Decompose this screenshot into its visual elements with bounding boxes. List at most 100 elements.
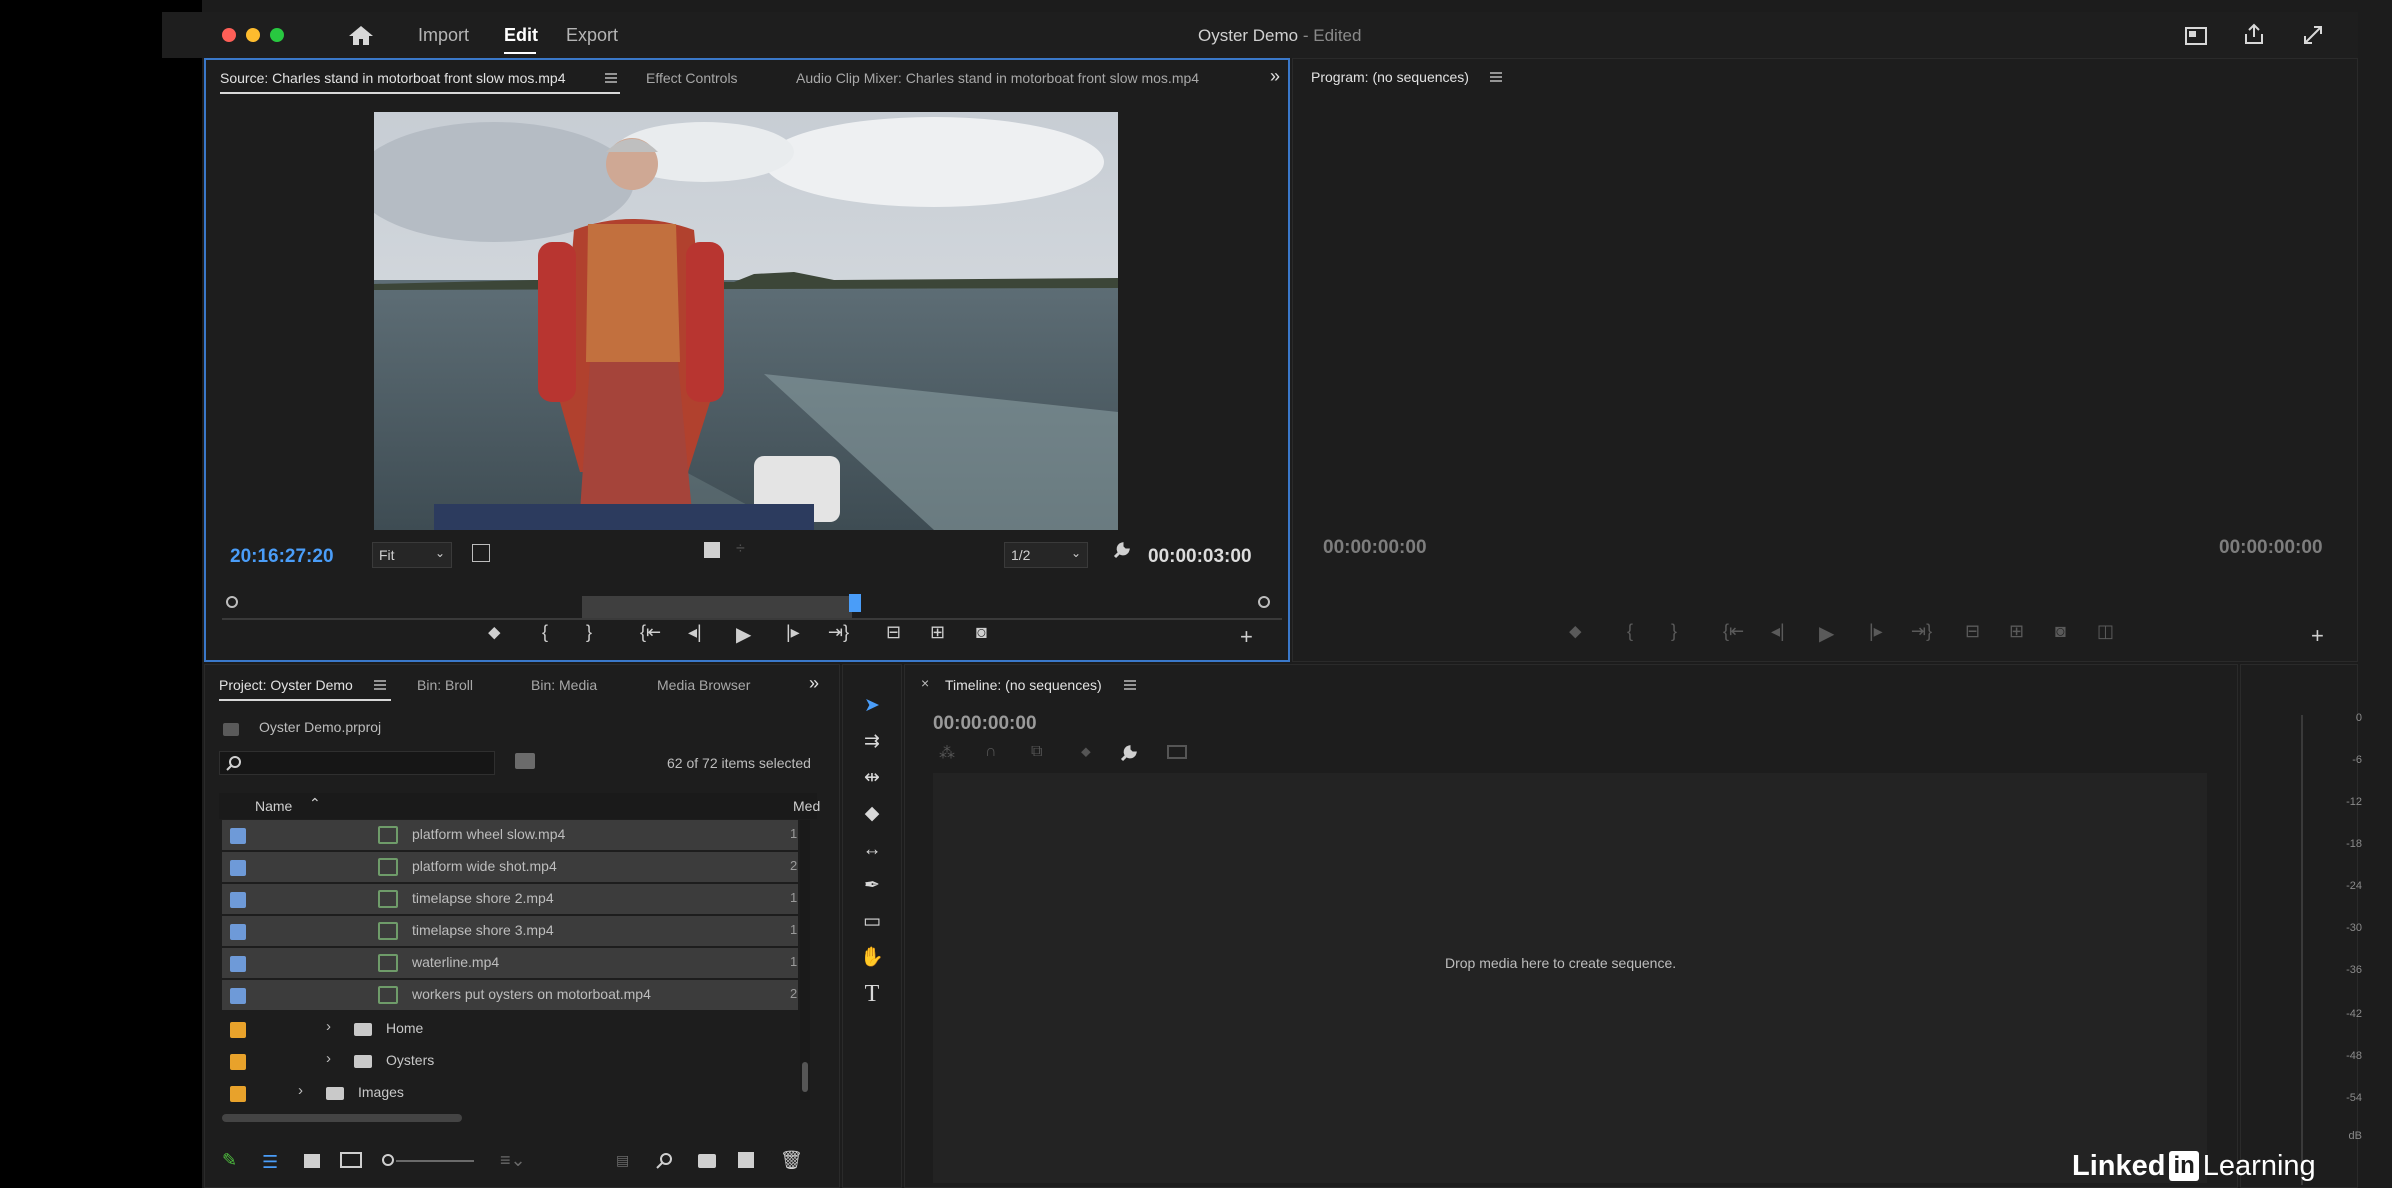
project-tab-overflow-icon[interactable]: » xyxy=(809,673,819,694)
source-time-ruler[interactable] xyxy=(222,594,1282,624)
program-menu-icon[interactable] xyxy=(1489,71,1503,83)
new-search-bin-icon[interactable] xyxy=(515,753,535,769)
list-view-icon[interactable]: ☰ xyxy=(262,1152,278,1173)
share-icon[interactable] xyxy=(2242,22,2266,46)
timeline-menu-icon[interactable] xyxy=(1123,679,1137,691)
zoom-handle-right[interactable] xyxy=(1258,596,1270,608)
project-vertical-scrollbar[interactable] xyxy=(800,820,810,1100)
export-frame-icon[interactable]: ◙ xyxy=(976,622,987,643)
label-swatch[interactable] xyxy=(230,860,246,876)
add-marker-icon[interactable]: ⬥ xyxy=(488,622,501,643)
program-export-frame-icon[interactable]: ◙ xyxy=(2055,621,2066,642)
list-item[interactable]: timelapse shore 3.mp4 1 xyxy=(222,916,798,946)
slip-tool-icon[interactable]: ↔ xyxy=(858,836,886,864)
captions-icon[interactable] xyxy=(1167,745,1187,759)
icon-view-icon[interactable] xyxy=(304,1154,320,1168)
column-media-header[interactable]: Med xyxy=(793,798,820,814)
find-icon[interactable] xyxy=(656,1152,674,1170)
list-item[interactable]: workers put oysters on motorboat.mp4 2 xyxy=(222,980,798,1010)
list-item[interactable]: platform wheel slow.mp4 1 xyxy=(222,820,798,850)
go-to-in-icon[interactable]: {⇤ xyxy=(640,622,661,643)
folder-row[interactable]: › Home xyxy=(222,1014,798,1044)
wrench-icon[interactable] xyxy=(1112,540,1132,560)
minimize-window-button[interactable] xyxy=(246,28,260,42)
safe-margins-icon[interactable] xyxy=(472,544,490,562)
source-resolution-select[interactable]: 1/2 ⌄ xyxy=(1004,542,1088,568)
tab-bin-broll[interactable]: Bin: Broll xyxy=(417,677,473,693)
new-item-icon[interactable] xyxy=(738,1152,754,1168)
maximize-window-button[interactable] xyxy=(270,28,284,42)
program-mark-out-icon[interactable]: } xyxy=(1671,621,1677,642)
list-item[interactable]: timelapse shore 2.mp4 1 xyxy=(222,884,798,914)
play-icon[interactable]: ▶ xyxy=(736,622,751,647)
list-item[interactable]: platform wide shot.mp4 2 xyxy=(222,852,798,882)
project-search-input[interactable] xyxy=(219,751,495,775)
program-current-timecode[interactable]: 00:00:00:00 xyxy=(1323,537,1427,559)
folder-row[interactable]: › Oysters xyxy=(222,1046,798,1076)
timeline-track-area[interactable] xyxy=(933,773,2207,1183)
fullscreen-icon[interactable] xyxy=(2302,24,2324,46)
expand-chevron-icon[interactable]: › xyxy=(326,1018,331,1035)
type-tool-icon[interactable]: T xyxy=(858,980,886,1008)
sort-ascending-icon[interactable]: ⌃ xyxy=(309,795,321,812)
list-item[interactable]: waterline.mp4 1 xyxy=(222,948,798,978)
tab-timeline[interactable]: Timeline: (no sequences) xyxy=(945,677,1102,693)
step-forward-icon[interactable]: |▸ xyxy=(786,622,800,643)
tab-project[interactable]: Project: Oyster Demo xyxy=(219,677,353,693)
expand-chevron-icon[interactable]: › xyxy=(298,1082,303,1099)
pencil-icon[interactable]: ✎ xyxy=(222,1150,240,1170)
nav-edit[interactable]: Edit xyxy=(504,25,538,46)
timeline-settings-wrench-icon[interactable] xyxy=(1119,743,1139,763)
label-swatch[interactable] xyxy=(230,1054,246,1070)
hand-tool-icon[interactable]: ✋ xyxy=(858,944,886,972)
zoom-slider-track[interactable] xyxy=(396,1160,474,1162)
program-button-editor-icon[interactable]: + xyxy=(2311,623,2324,649)
source-zoom-select[interactable]: Fit ⌄ xyxy=(372,542,452,568)
program-go-to-out-icon[interactable]: ⇥} xyxy=(1911,621,1932,642)
tab-media-browser[interactable]: Media Browser xyxy=(657,677,750,693)
freeform-view-icon[interactable] xyxy=(340,1152,362,1168)
label-swatch[interactable] xyxy=(230,1022,246,1038)
rectangle-tool-icon[interactable]: ▭ xyxy=(858,908,886,936)
ripple-edit-tool-icon[interactable]: ⇹ xyxy=(858,764,886,792)
sort-icons-icon[interactable]: ≡⌄ xyxy=(500,1150,526,1171)
program-add-marker-icon[interactable]: ⬥ xyxy=(1569,621,1582,642)
project-horizontal-scrollbar[interactable] xyxy=(222,1114,462,1122)
close-timeline-icon[interactable]: × xyxy=(921,675,929,691)
timeline-timecode[interactable]: 00:00:00:00 xyxy=(933,713,1037,735)
pen-tool-icon[interactable]: ✒ xyxy=(858,872,886,900)
razor-tool-icon[interactable]: ◆ xyxy=(858,800,886,828)
tab-source[interactable]: Source: Charles stand in motorboat front… xyxy=(220,70,566,86)
tab-program[interactable]: Program: (no sequences) xyxy=(1311,69,1469,85)
insert-clip-icon[interactable]: ⊟ xyxy=(886,622,901,643)
panel-menu-icon[interactable] xyxy=(604,72,618,84)
comparison-view-icon[interactable]: ◫ xyxy=(2097,621,2114,642)
label-swatch[interactable] xyxy=(230,956,246,972)
close-window-button[interactable] xyxy=(222,28,236,42)
go-to-out-icon[interactable]: ⇥} xyxy=(828,622,849,643)
overwrite-clip-icon[interactable]: ⊞ xyxy=(930,622,945,643)
project-menu-icon[interactable] xyxy=(373,679,387,691)
program-go-to-in-icon[interactable]: {⇤ xyxy=(1723,621,1744,642)
zoom-slider-knob[interactable] xyxy=(382,1154,394,1166)
program-mark-in-icon[interactable]: { xyxy=(1627,621,1633,642)
expand-chevron-icon[interactable]: › xyxy=(326,1050,331,1067)
extract-icon[interactable]: ⊞ xyxy=(2009,621,2024,642)
nav-import[interactable]: Import xyxy=(418,25,469,46)
step-back-icon[interactable]: ◂| xyxy=(688,622,702,643)
zoom-handle-left[interactable] xyxy=(226,596,238,608)
tab-audio-clip-mixer[interactable]: Audio Clip Mixer: Charles stand in motor… xyxy=(796,70,1199,86)
tab-overflow-icon[interactable]: » xyxy=(1270,66,1280,87)
workspaces-icon[interactable] xyxy=(2184,26,2208,46)
selection-tool-icon[interactable]: ➤ xyxy=(858,692,886,720)
label-swatch[interactable] xyxy=(230,892,246,908)
source-current-timecode[interactable]: 20:16:27:20 xyxy=(230,546,334,568)
label-swatch[interactable] xyxy=(230,988,246,1004)
source-video-frame[interactable] xyxy=(374,112,1118,530)
tab-bin-media[interactable]: Bin: Media xyxy=(531,677,597,693)
label-swatch[interactable] xyxy=(230,828,246,844)
trash-icon[interactable]: 🗑 xyxy=(780,1150,803,1171)
home-icon[interactable] xyxy=(348,24,374,46)
automate-to-sequence-icon[interactable]: ▤ xyxy=(616,1152,629,1169)
new-bin-icon[interactable] xyxy=(698,1154,716,1168)
